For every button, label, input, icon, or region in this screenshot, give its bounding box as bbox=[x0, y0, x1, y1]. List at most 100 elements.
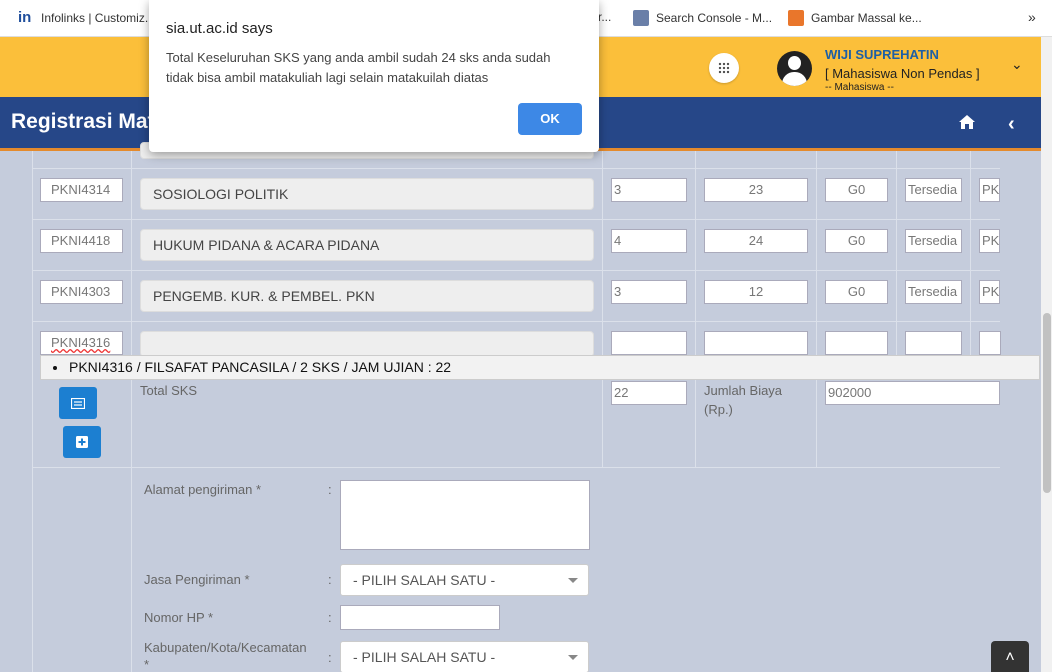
group-field: G0 bbox=[825, 280, 888, 304]
course-name-field bbox=[140, 331, 594, 357]
course-name-field: SOSIOLOGI POLITIK bbox=[140, 178, 594, 210]
bookmark-infolinks[interactable]: in Infolinks | Customiz... bbox=[18, 10, 155, 26]
list-button[interactable] bbox=[59, 387, 97, 419]
table-line bbox=[896, 151, 897, 369]
home-icon[interactable] bbox=[958, 114, 976, 130]
list-icon bbox=[71, 397, 85, 409]
bookmark-label: Gambar Massal ke... bbox=[811, 11, 922, 25]
hp-input[interactable] bbox=[340, 605, 500, 630]
status-field: Tersedia bbox=[905, 229, 962, 253]
dialog-title: sia.ut.ac.id says bbox=[166, 20, 273, 37]
course-code-input[interactable]: PKNI4314 bbox=[40, 178, 123, 202]
table-line bbox=[32, 321, 1000, 322]
biaya-unit-label: (Rp.) bbox=[704, 402, 733, 417]
search-console-icon bbox=[633, 10, 649, 26]
total-sks-field: 22 bbox=[611, 381, 687, 405]
sks-field bbox=[611, 331, 687, 355]
add-course-button[interactable] bbox=[63, 426, 101, 458]
dialog-message: Total Keseluruhan SKS yang anda ambil su… bbox=[166, 50, 551, 85]
course-code-input[interactable]: PKNI4316 bbox=[40, 331, 123, 355]
bookmark-search-console[interactable]: Search Console - M... bbox=[633, 10, 772, 26]
kabupaten-select-value: - PILIH SALAH SATU - bbox=[353, 649, 496, 665]
avatar-body bbox=[782, 72, 807, 86]
status-field: Tersedia bbox=[905, 280, 962, 304]
table-line bbox=[602, 151, 603, 467]
bookmark-label: r... bbox=[598, 10, 612, 24]
user-subrole: -- Mahasiswa -- bbox=[825, 82, 894, 93]
grid-icon bbox=[718, 62, 730, 74]
course-name-field: HUKUM PIDANA & ACARA PIDANA bbox=[140, 229, 594, 261]
jasa-select[interactable]: - PILIH SALAH SATU - bbox=[340, 564, 589, 596]
total-sks-label: Total SKS bbox=[140, 383, 198, 398]
jam-ujian-field: 24 bbox=[704, 229, 808, 253]
alamat-textarea[interactable] bbox=[340, 480, 590, 550]
table-line bbox=[695, 151, 696, 467]
scroll-top-button[interactable]: ˄ bbox=[991, 641, 1029, 672]
sks-field: 3 bbox=[611, 178, 687, 202]
colon: : bbox=[328, 572, 332, 587]
status-field: Tersedia bbox=[905, 178, 962, 202]
table-line bbox=[32, 467, 1000, 468]
jam-ujian-field: 23 bbox=[704, 178, 808, 202]
chevron-down-icon[interactable]: ⌄ bbox=[1011, 56, 1023, 73]
course-code-input[interactable]: PKNI4418 bbox=[40, 229, 123, 253]
page-title: Registrasi Mata bbox=[11, 110, 167, 133]
table-line bbox=[32, 168, 1000, 169]
bookmark-icon bbox=[788, 10, 804, 26]
course-code-input[interactable]: PKNI4303 bbox=[40, 280, 123, 304]
colon: : bbox=[328, 610, 332, 625]
biaya-field: 902000 bbox=[825, 381, 1000, 405]
table-line bbox=[131, 151, 132, 672]
extra-field bbox=[979, 331, 1001, 355]
table-line bbox=[32, 219, 1000, 220]
bookmark-partial[interactable]: r... bbox=[598, 10, 611, 24]
autocomplete-suggestion[interactable]: PKNI4316 / FILSAFAT PANCASILA / 2 SKS / … bbox=[40, 355, 1040, 380]
scrollbar-thumb[interactable] bbox=[1043, 313, 1051, 493]
page-scrollbar[interactable] bbox=[1041, 37, 1052, 672]
kabupaten-label: Kabupaten/Kota/Kecamatan bbox=[144, 640, 307, 655]
table-line bbox=[32, 151, 33, 672]
infolinks-icon: in bbox=[18, 9, 32, 26]
hp-label: Nomor HP * bbox=[144, 610, 214, 625]
user-name: WIJI SUPREHATIN bbox=[825, 47, 939, 62]
sks-field: 3 bbox=[611, 280, 687, 304]
jasa-select-value: - PILIH SALAH SATU - bbox=[353, 572, 496, 588]
jasa-label: Jasa Pengiriman * bbox=[144, 572, 250, 587]
kabupaten-select[interactable]: - PILIH SALAH SATU - bbox=[340, 641, 589, 672]
sks-field: 4 bbox=[611, 229, 687, 253]
chevron-left-icon[interactable]: ‹ bbox=[1008, 113, 1015, 136]
suggestion-text: PKNI4316 / FILSAFAT PANCASILA / 2 SKS / … bbox=[69, 359, 452, 375]
table-line bbox=[970, 151, 971, 369]
course-name-field: PENGEMB. KUR. & PEMBEL. PKN bbox=[140, 280, 594, 312]
table-line bbox=[32, 270, 1000, 271]
caret-down-icon bbox=[568, 655, 578, 660]
colon: : bbox=[328, 482, 332, 497]
plus-square-icon bbox=[76, 436, 88, 448]
table-line bbox=[816, 151, 817, 467]
user-role: [ Mahasiswa Non Pendas ] bbox=[825, 66, 980, 81]
avatar-head bbox=[788, 56, 801, 70]
group-field: G0 bbox=[825, 229, 888, 253]
jam-ujian-field bbox=[704, 331, 808, 355]
extra-field: PKI bbox=[979, 280, 1000, 304]
jam-ujian-field: 12 bbox=[704, 280, 808, 304]
group-field bbox=[825, 331, 888, 355]
bullet-icon bbox=[53, 366, 57, 371]
bookmarks-more-button[interactable]: » bbox=[1028, 9, 1036, 25]
avatar[interactable] bbox=[777, 51, 812, 86]
group-field: G0 bbox=[825, 178, 888, 202]
alamat-label: Alamat pengiriman * bbox=[144, 482, 262, 497]
bookmark-label: Search Console - M... bbox=[656, 11, 773, 25]
caret-down-icon bbox=[568, 578, 578, 583]
ok-button[interactable]: OK bbox=[518, 103, 582, 135]
biaya-label: Jumlah Biaya bbox=[704, 383, 783, 398]
chevron-up-icon: ˄ bbox=[1005, 649, 1015, 666]
bookmark-label: Infolinks | Customiz... bbox=[41, 11, 155, 25]
apps-menu-button[interactable] bbox=[709, 53, 739, 83]
bookmark-gambar-massal[interactable]: Gambar Massal ke... bbox=[788, 10, 922, 26]
kabupaten-required: * bbox=[144, 657, 150, 672]
status-field bbox=[905, 331, 962, 355]
extra-field: PKI bbox=[979, 178, 1000, 202]
extra-field: PKI bbox=[979, 229, 1000, 253]
alert-dialog: sia.ut.ac.id says Total Keseluruhan SKS … bbox=[149, 0, 599, 152]
